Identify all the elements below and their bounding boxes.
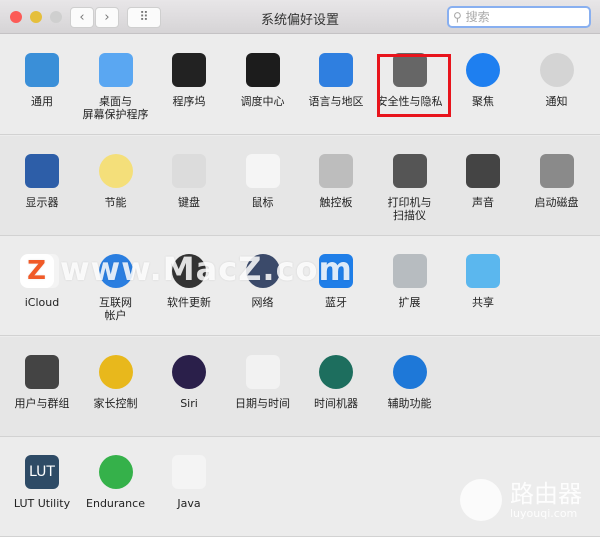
general-icon xyxy=(25,53,59,87)
pref-item-label: 辅助功能 xyxy=(387,396,432,410)
pref-item-lut[interactable]: LUT LUT Utility xyxy=(5,455,79,510)
mouse-icon xyxy=(245,153,280,188)
pref-item-label: 网络 xyxy=(251,296,274,309)
search-placeholder: 搜索 xyxy=(465,10,490,24)
search-icon: ⚲ xyxy=(453,10,462,24)
pref-item-parental[interactable]: 家长控制 xyxy=(79,354,153,410)
time-machine-icon xyxy=(319,354,353,389)
pref-item-time-machine[interactable]: 时间机器 xyxy=(299,354,373,410)
clock-icon xyxy=(245,354,280,389)
pref-item-label: 通知 xyxy=(545,95,568,108)
keyboard-icon xyxy=(172,153,206,188)
pref-item-label: 节能 xyxy=(104,195,127,209)
pref-item-label: 声音 xyxy=(472,195,494,209)
printer-icon xyxy=(392,153,427,188)
pref-section: 通用 桌面与 屏幕保护程序 程序坞 调度中心 语言与地区 安全性与隐私 聚焦 通知 xyxy=(0,35,600,135)
pref-section: 显示器 节能 键盘 鼠标 触控板 打印机与 扫描仪 声音 启动磁盘 xyxy=(0,135,600,236)
macz-text: www.MacZ.com xyxy=(60,250,353,288)
pref-item-label: 时间机器 xyxy=(314,396,358,410)
search-input[interactable]: ⚲ 搜索 xyxy=(447,6,591,28)
desktop-icon xyxy=(98,53,133,87)
router-icon xyxy=(460,479,502,521)
luyouqi-cn: 路由器 xyxy=(510,479,582,508)
users-icon xyxy=(25,354,59,389)
macz-logo: Z xyxy=(20,254,54,288)
pref-item-label: 扩展 xyxy=(398,296,421,309)
pref-item-mouse[interactable]: 鼠标 xyxy=(226,153,300,209)
pref-item-clock[interactable]: 日期与时间 xyxy=(226,354,300,410)
pref-item-printer[interactable]: 打印机与 扫描仪 xyxy=(373,153,447,222)
pref-item-label: 软件更新 xyxy=(167,296,211,309)
pref-item-label: 聚焦 xyxy=(472,95,494,108)
macz-watermark: Zwww.MacZ.com xyxy=(20,250,353,288)
lut-icon: LUT xyxy=(25,455,59,489)
bulb-icon xyxy=(98,153,133,188)
pref-item-label: 共享 xyxy=(472,296,494,309)
pref-item-dock[interactable]: 程序坞 xyxy=(152,53,226,108)
trackpad-icon xyxy=(319,153,353,188)
pref-item-speaker[interactable]: 声音 xyxy=(446,153,520,209)
dock-icon xyxy=(172,53,206,87)
siri-icon xyxy=(172,354,206,389)
pref-item-label: 日期与时间 xyxy=(235,396,290,410)
pref-item-label: 蓝牙 xyxy=(325,296,347,309)
luyouqi-watermark: 路由器 luyouqi.com xyxy=(460,479,582,521)
pref-item-label: Endurance xyxy=(86,497,145,510)
pref-item-flag[interactable]: 语言与地区 xyxy=(299,53,373,108)
pref-item-folder[interactable]: 共享 xyxy=(446,254,520,309)
pref-item-puzzle[interactable]: 扩展 xyxy=(373,254,447,309)
pref-item-label: LUT Utility xyxy=(13,497,71,510)
puzzle-icon xyxy=(392,254,427,288)
display-icon xyxy=(25,153,59,188)
pref-item-trackpad[interactable]: 触控板 xyxy=(299,153,373,209)
pref-item-bulb[interactable]: 节能 xyxy=(79,153,153,209)
java-icon xyxy=(172,455,206,489)
pref-item-notifications[interactable]: 通知 xyxy=(520,53,594,108)
pref-item-label: 键盘 xyxy=(178,195,200,209)
pref-section: 用户与群组 家长控制 Siri 日期与时间 时间机器 辅助功能 xyxy=(0,336,600,437)
mission-control-icon xyxy=(245,53,280,87)
disk-icon xyxy=(539,153,574,188)
pref-item-label: 鼠标 xyxy=(251,195,274,209)
pref-item-label: 用户与群组 xyxy=(14,396,70,410)
speaker-icon xyxy=(466,153,500,188)
pref-item-keyboard[interactable]: 键盘 xyxy=(152,153,226,209)
pref-item-display[interactable]: 显示器 xyxy=(5,153,79,209)
pref-item-mission-control[interactable]: 调度中心 xyxy=(226,53,300,108)
pref-item-label: 打印机与 扫描仪 xyxy=(387,195,432,222)
pref-item-users[interactable]: 用户与群组 xyxy=(5,354,79,410)
pref-item-battery[interactable]: Endurance xyxy=(79,455,153,510)
pref-item-label: 程序坞 xyxy=(172,95,206,108)
accessibility-icon xyxy=(392,354,427,389)
spotlight-icon xyxy=(466,53,500,87)
pref-item-java[interactable]: Java xyxy=(152,455,226,510)
pref-item-general[interactable]: 通用 xyxy=(5,53,79,108)
pref-item-desktop[interactable]: 桌面与 屏幕保护程序 xyxy=(79,53,153,121)
parental-icon xyxy=(98,354,133,389)
title-bar: ‹ › ⠿ 系统偏好设置 ⚲ 搜索 xyxy=(0,0,600,34)
pref-item-label: 家长控制 xyxy=(93,396,138,410)
pref-item-label: 桌面与 屏幕保护程序 xyxy=(82,95,149,121)
pref-item-spotlight[interactable]: 聚焦 xyxy=(446,53,520,108)
folder-icon xyxy=(466,254,500,288)
pref-item-label: 互联网 帐户 xyxy=(99,296,132,322)
pref-item-label: Java xyxy=(177,497,201,510)
pref-item-label: 调度中心 xyxy=(240,95,285,108)
pref-item-label: 通用 xyxy=(31,95,53,108)
luyouqi-en: luyouqi.com xyxy=(510,506,578,520)
notifications-icon xyxy=(539,53,574,87)
highlight-box xyxy=(377,54,451,117)
battery-icon xyxy=(98,455,133,489)
pref-item-label: Siri xyxy=(180,396,198,410)
flag-icon xyxy=(319,53,353,87)
pref-item-label: 语言与地区 xyxy=(308,95,364,108)
pref-item-label: 触控板 xyxy=(319,195,353,209)
pref-item-accessibility[interactable]: 辅助功能 xyxy=(373,354,447,410)
pref-item-label: 显示器 xyxy=(25,195,59,209)
pref-item-siri[interactable]: Siri xyxy=(152,354,226,410)
pref-item-label: iCloud xyxy=(24,296,60,309)
pref-item-label: 启动磁盘 xyxy=(534,195,579,209)
pref-item-disk[interactable]: 启动磁盘 xyxy=(520,153,594,209)
